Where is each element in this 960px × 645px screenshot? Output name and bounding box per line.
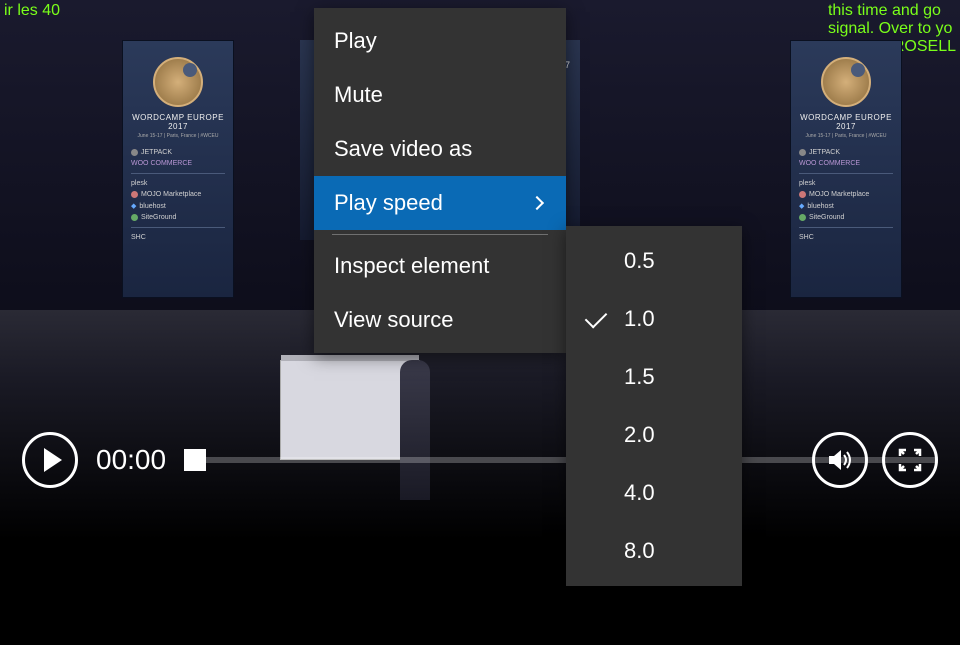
sponsor-woo: WOO COMMERCE: [131, 160, 225, 167]
sponsor-plesk: plesk: [131, 180, 225, 187]
sponsor-bottom: SHC: [799, 234, 893, 241]
banner-title: WORDCAMP EUROPE 2017: [799, 113, 893, 131]
caption-left: ir les 40: [4, 2, 60, 20]
speed-label: 2.0: [624, 422, 655, 447]
speed-label: 4.0: [624, 480, 655, 505]
speed-label: 1.5: [624, 364, 655, 389]
video-letterbox-bottom: [0, 540, 960, 645]
speed-option-2-0[interactable]: 2.0: [566, 406, 742, 464]
sponsor-siteground: SiteGround: [799, 214, 893, 221]
menu-item-play-speed[interactable]: Play speed: [314, 176, 566, 230]
sponsor-bottom: SHC: [131, 234, 225, 241]
banner-title: WORDCAMP EUROPE 2017: [131, 113, 225, 131]
menu-label: Save video as: [334, 136, 472, 162]
menu-item-save-video-as[interactable]: Save video as: [314, 122, 566, 176]
menu-label: Mute: [334, 82, 383, 108]
progress-knob[interactable]: [184, 449, 206, 471]
sponsor-plesk: plesk: [799, 180, 893, 187]
play-speed-submenu[interactable]: 0.5 1.0 1.5 2.0 4.0 8.0: [566, 226, 742, 586]
banner-subtitle: June 15-17 | Paris, France | #WCEU: [799, 133, 893, 139]
menu-item-view-source[interactable]: View source: [314, 293, 566, 347]
sponsor-bluehost: ◆bluehost: [799, 202, 893, 210]
menu-label: Play speed: [334, 190, 443, 216]
sponsor-mojo: MOJO Marketplace: [131, 191, 225, 198]
video-controls: 00:00: [0, 420, 960, 500]
sponsor-woo: WOO COMMERCE: [799, 160, 893, 167]
speed-option-8-0[interactable]: 8.0: [566, 522, 742, 580]
chevron-right-icon: [530, 196, 544, 210]
sponsor-bluehost: ◆bluehost: [131, 202, 225, 210]
menu-item-inspect-element[interactable]: Inspect element: [314, 239, 566, 293]
context-menu[interactable]: Play Mute Save video as Play speed Inspe…: [314, 8, 566, 353]
sponsor-banner-right: WORDCAMP EUROPE 2017 June 15-17 | Paris,…: [790, 40, 902, 298]
menu-label: Play: [334, 28, 377, 54]
speaker-icon: [825, 445, 855, 475]
menu-item-mute[interactable]: Mute: [314, 68, 566, 122]
menu-label: Inspect element: [334, 253, 489, 279]
sponsor-jetpack: JETPACK: [131, 149, 225, 156]
volume-button[interactable]: [812, 432, 868, 488]
play-button[interactable]: [22, 432, 78, 488]
wceu-logo: [821, 57, 871, 107]
sponsor-banner-left: WORDCAMP EUROPE 2017 June 15-17 | Paris,…: [122, 40, 234, 298]
fullscreen-button[interactable]: [882, 432, 938, 488]
sponsor-mojo: MOJO Marketplace: [799, 191, 893, 198]
speed-option-4-0[interactable]: 4.0: [566, 464, 742, 522]
play-icon: [44, 448, 62, 472]
sponsor-jetpack: JETPACK: [799, 149, 893, 156]
banner-subtitle: June 15-17 | Paris, France | #WCEU: [131, 133, 225, 139]
speed-option-0-5[interactable]: 0.5: [566, 232, 742, 290]
speed-label: 1.0: [624, 306, 655, 331]
check-icon: [585, 306, 608, 329]
fullscreen-icon: [896, 446, 924, 474]
sponsor-siteground: SiteGround: [131, 214, 225, 221]
wceu-logo: [153, 57, 203, 107]
speed-option-1-5[interactable]: 1.5: [566, 348, 742, 406]
menu-label: View source: [334, 307, 453, 333]
menu-item-play[interactable]: Play: [314, 14, 566, 68]
speed-option-1-0[interactable]: 1.0: [566, 290, 742, 348]
menu-divider: [332, 234, 548, 235]
speed-label: 0.5: [624, 248, 655, 273]
elapsed-time: 00:00: [96, 444, 166, 476]
speed-label: 8.0: [624, 538, 655, 563]
